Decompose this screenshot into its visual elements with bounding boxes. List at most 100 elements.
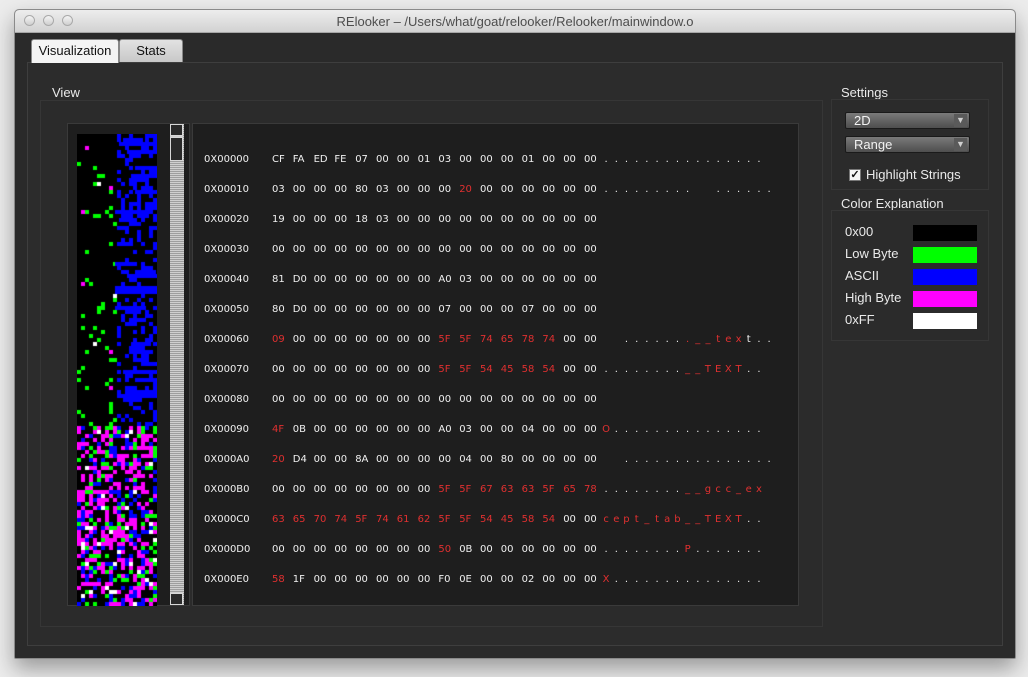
hex-byte[interactable]: FE — [334, 154, 352, 165]
hex-byte[interactable]: 00 — [334, 544, 352, 555]
hex-byte[interactable]: 00 — [584, 364, 602, 375]
hex-byte[interactable]: 07 — [438, 304, 456, 315]
hex-byte[interactable]: 00 — [501, 154, 519, 165]
hex-byte[interactable]: 00 — [480, 274, 498, 285]
hex-byte[interactable]: 65 — [501, 334, 519, 345]
hex-byte[interactable]: 00 — [522, 394, 540, 405]
hex-byte[interactable]: 00 — [418, 274, 436, 285]
hex-byte[interactable]: 00 — [334, 574, 352, 585]
hex-byte[interactable]: 5F — [459, 334, 477, 345]
hex-byte[interactable]: 00 — [418, 484, 436, 495]
hex-byte[interactable]: 00 — [584, 334, 602, 345]
hex-byte[interactable]: 00 — [501, 394, 519, 405]
hex-byte[interactable]: 00 — [272, 394, 290, 405]
scroll-up-button[interactable] — [170, 124, 183, 136]
hex-byte[interactable]: 00 — [480, 454, 498, 465]
hex-byte[interactable]: 00 — [438, 244, 456, 255]
hex-byte[interactable]: 5F — [459, 364, 477, 375]
hex-byte[interactable]: 00 — [542, 544, 560, 555]
hex-byte[interactable]: 00 — [418, 454, 436, 465]
hex-byte[interactable]: 00 — [314, 184, 332, 195]
hex-byte[interactable]: 00 — [376, 454, 394, 465]
hex-byte[interactable]: 74 — [542, 334, 560, 345]
hex-byte[interactable]: 45 — [501, 514, 519, 525]
hex-byte[interactable]: 00 — [584, 214, 602, 225]
hex-byte[interactable]: 00 — [459, 214, 477, 225]
hex-byte[interactable]: 03 — [272, 184, 290, 195]
scroll-down-button[interactable] — [170, 593, 183, 605]
hex-byte[interactable]: 00 — [397, 184, 415, 195]
hex-byte[interactable]: 00 — [584, 154, 602, 165]
hex-byte[interactable]: 07 — [355, 154, 373, 165]
hex-byte[interactable]: 00 — [355, 244, 373, 255]
hex-byte[interactable]: 00 — [293, 244, 311, 255]
title-bar[interactable]: RElooker – /Users/what/goat/relooker/Rel… — [15, 10, 1015, 33]
hex-byte[interactable]: 00 — [418, 364, 436, 375]
hex-byte[interactable]: 00 — [272, 544, 290, 555]
hex-byte[interactable]: 01 — [522, 154, 540, 165]
hex-byte[interactable]: 00 — [293, 364, 311, 375]
hex-byte[interactable]: 80 — [355, 184, 373, 195]
hex-byte[interactable]: 00 — [522, 544, 540, 555]
hex-byte[interactable]: 00 — [438, 454, 456, 465]
tab-stats[interactable]: Stats — [119, 39, 183, 62]
map-scrollbar[interactable] — [170, 124, 184, 605]
hex-byte[interactable]: 50 — [438, 544, 456, 555]
hex-byte[interactable]: 00 — [355, 394, 373, 405]
hex-byte[interactable]: 00 — [563, 364, 581, 375]
hex-byte[interactable]: 00 — [418, 544, 436, 555]
hex-byte[interactable]: 00 — [314, 214, 332, 225]
hex-byte[interactable]: 00 — [355, 574, 373, 585]
hex-byte[interactable]: 00 — [563, 334, 581, 345]
hex-byte[interactable]: CF — [272, 154, 290, 165]
mode-select[interactable]: 2D ▼ — [845, 112, 970, 129]
hex-byte[interactable]: 00 — [501, 274, 519, 285]
hex-byte[interactable]: 00 — [397, 274, 415, 285]
hex-byte[interactable]: 00 — [397, 334, 415, 345]
tab-visualization[interactable]: Visualization — [31, 39, 119, 63]
hex-byte[interactable]: 19 — [272, 214, 290, 225]
hex-byte[interactable]: 00 — [522, 454, 540, 465]
hex-byte[interactable]: 00 — [314, 274, 332, 285]
hex-byte[interactable]: 03 — [376, 214, 394, 225]
hex-byte[interactable]: 78 — [522, 334, 540, 345]
hex-byte[interactable]: 00 — [563, 154, 581, 165]
hex-byte[interactable]: 00 — [293, 394, 311, 405]
hex-byte[interactable]: 01 — [418, 154, 436, 165]
hex-byte[interactable]: 0B — [459, 544, 477, 555]
hex-byte[interactable]: 00 — [376, 154, 394, 165]
hex-byte[interactable]: 54 — [542, 364, 560, 375]
hex-byte[interactable]: 54 — [480, 364, 498, 375]
hex-byte[interactable]: 00 — [563, 574, 581, 585]
hex-byte[interactable]: 67 — [480, 484, 498, 495]
hex-byte[interactable]: 00 — [314, 574, 332, 585]
hex-byte[interactable]: 00 — [334, 364, 352, 375]
hex-byte[interactable]: 00 — [293, 184, 311, 195]
hex-byte[interactable]: 00 — [355, 274, 373, 285]
hex-byte[interactable]: 00 — [314, 244, 332, 255]
hex-byte[interactable]: 00 — [563, 394, 581, 405]
hex-byte[interactable]: 61 — [397, 514, 415, 525]
hex-byte[interactable]: 00 — [501, 544, 519, 555]
hex-byte[interactable]: 00 — [584, 244, 602, 255]
hex-byte[interactable]: 00 — [584, 394, 602, 405]
hex-byte[interactable]: 80 — [272, 304, 290, 315]
hex-byte[interactable]: 03 — [459, 274, 477, 285]
hex-byte[interactable]: 00 — [334, 394, 352, 405]
hex-byte[interactable]: 00 — [314, 304, 332, 315]
hex-byte[interactable]: 00 — [272, 484, 290, 495]
hex-byte[interactable]: 5F — [542, 484, 560, 495]
hex-byte[interactable]: 00 — [293, 334, 311, 345]
hex-byte[interactable]: 78 — [584, 484, 602, 495]
hex-byte[interactable]: 00 — [314, 424, 332, 435]
hex-byte[interactable]: 00 — [563, 544, 581, 555]
hex-byte[interactable]: 00 — [459, 304, 477, 315]
hex-byte[interactable]: 00 — [376, 334, 394, 345]
hex-byte[interactable]: 00 — [584, 424, 602, 435]
hex-byte[interactable]: 00 — [314, 484, 332, 495]
hex-byte[interactable]: 00 — [376, 544, 394, 555]
hex-byte[interactable]: 00 — [334, 484, 352, 495]
color-scheme-select[interactable]: Range ▼ — [845, 136, 970, 153]
hex-byte[interactable]: 00 — [272, 364, 290, 375]
hex-byte[interactable]: ED — [314, 154, 332, 165]
